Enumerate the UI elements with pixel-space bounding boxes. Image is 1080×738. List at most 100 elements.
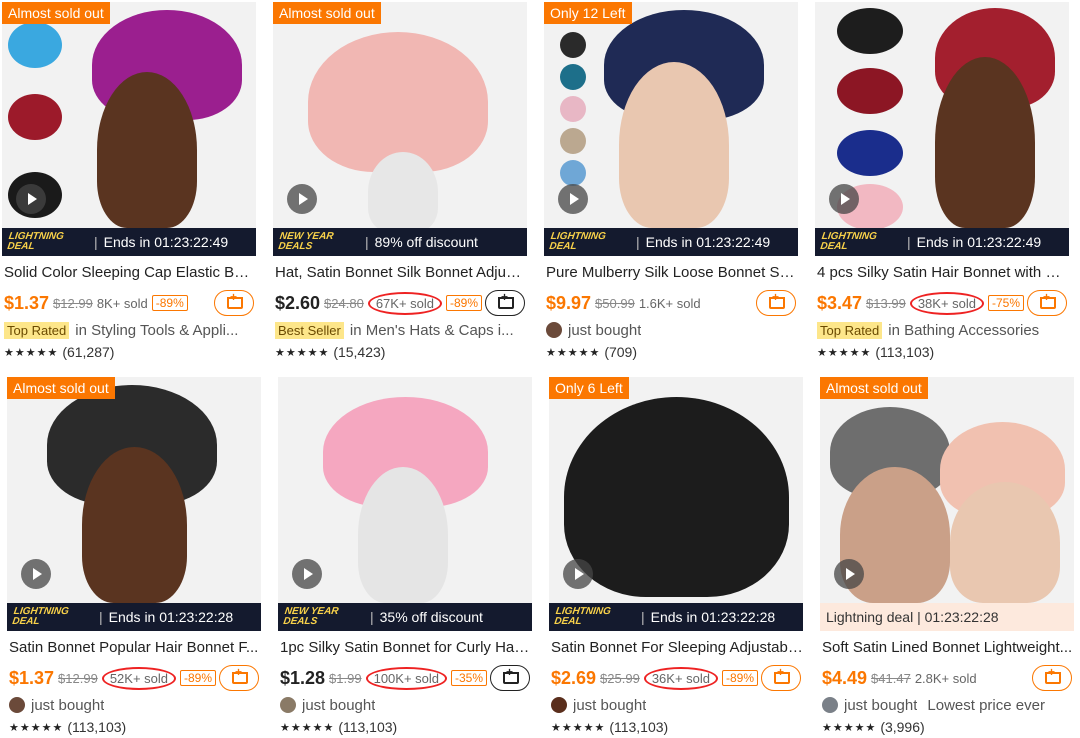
discount-badge: -35% <box>451 670 488 686</box>
product-image[interactable]: Almost sold out <box>2 2 256 228</box>
product-title[interactable]: Soft Satin Lined Bonnet Lightweight... <box>822 639 1074 656</box>
category-text[interactable]: in Bathing Accessories <box>888 322 1039 339</box>
price: $4.49 <box>822 667 868 688</box>
discount-badge: -75% <box>988 295 1025 311</box>
star-icon: ★★★★★ <box>280 721 335 734</box>
play-icon[interactable] <box>16 184 46 214</box>
cart-add-icon <box>496 290 514 310</box>
play-icon[interactable] <box>834 559 864 589</box>
star-icon: ★★★★★ <box>551 721 606 734</box>
product-title[interactable]: Satin Bonnet For Sleeping Adjustabl... <box>551 639 803 656</box>
product-title[interactable]: Hat, Satin Bonnet Silk Bonnet Adjust... <box>275 264 527 281</box>
original-price: $13.99 <box>866 295 906 311</box>
add-to-cart-button[interactable] <box>1032 665 1072 691</box>
product-card[interactable]: Almost sold out LIGHTNING DEAL | Ends in… <box>7 377 261 737</box>
deal-logo: NEW YEAR DEALS <box>277 231 335 252</box>
play-icon[interactable] <box>558 184 588 214</box>
play-icon[interactable] <box>287 184 317 214</box>
price: $2.69 <box>551 667 597 688</box>
deal-text: Ends in 01:23:22:28 <box>650 609 776 625</box>
avatar <box>546 322 562 338</box>
star-icon: ★★★★★ <box>822 721 877 734</box>
social-proof-text: just bought <box>302 696 376 714</box>
avatar <box>551 697 567 713</box>
add-to-cart-button[interactable] <box>485 290 525 316</box>
product-title[interactable]: Pure Mulberry Silk Loose Bonnet So... <box>546 264 798 281</box>
stock-badge: Almost sold out <box>2 2 110 24</box>
product-image[interactable]: Only 12 Left <box>544 2 798 228</box>
add-to-cart-button[interactable] <box>756 290 796 316</box>
cart-add-icon <box>225 290 243 310</box>
add-to-cart-button[interactable] <box>219 665 259 691</box>
product-image[interactable] <box>815 2 1069 228</box>
price: $3.47 <box>817 292 863 313</box>
avatar <box>280 697 296 713</box>
product-title[interactable]: Solid Color Sleeping Cap Elastic Ban... <box>4 264 256 281</box>
star-icon: ★★★★★ <box>275 346 330 359</box>
play-icon[interactable] <box>21 559 51 589</box>
play-icon[interactable] <box>563 559 593 589</box>
product-card[interactable]: LIGHTNING DEAL | Ends in 01:23:22:49 4 p… <box>815 2 1069 362</box>
stock-badge: Only 6 Left <box>549 377 629 399</box>
price-row: $4.49 $41.47 2.8K+ sold <box>822 665 1074 691</box>
original-price: $25.99 <box>600 670 640 686</box>
discount-badge: -89% <box>180 670 217 686</box>
discount-badge: -89% <box>151 295 188 311</box>
stock-badge: Almost sold out <box>820 377 928 399</box>
deal-logo: LIGHTNING DEAL <box>11 606 70 627</box>
deal-strip: LIGHTNING DEAL | Ends in 01:23:22:49 <box>544 228 798 256</box>
add-to-cart-button[interactable] <box>214 290 254 316</box>
product-image[interactable]: Almost sold out <box>273 2 527 228</box>
deal-text: Lightning deal | 01:23:22:28 <box>826 609 999 625</box>
rank-tag: Best Seller <box>275 321 344 339</box>
rating: ★★★★★ (3,996) <box>822 719 925 735</box>
deal-text: 89% off discount <box>374 234 478 250</box>
product-card[interactable]: Almost sold out LIGHTNING DEAL | Ends in… <box>2 2 256 362</box>
play-icon[interactable] <box>829 184 859 214</box>
product-card[interactable]: NEW YEAR DEALS | 35% off discount 1pc Si… <box>278 377 532 737</box>
add-to-cart-button[interactable] <box>761 665 801 691</box>
discount-badge: -89% <box>722 670 759 686</box>
product-card[interactable]: Almost sold out Lightning deal | 01:23:2… <box>820 377 1074 737</box>
sold-count: 67K+ sold <box>367 291 442 315</box>
stock-badge: Only 12 Left <box>544 2 632 24</box>
stock-badge: Almost sold out <box>273 2 381 24</box>
sold-count: 1.6K+ sold <box>638 295 701 311</box>
category-text[interactable]: in Men's Hats & Caps i... <box>350 322 514 339</box>
review-count: (113,103) <box>67 719 127 735</box>
product-card[interactable]: Only 6 Left LIGHTNING DEAL | Ends in 01:… <box>549 377 803 737</box>
product-card[interactable]: Only 12 Left LIGHTNING DEAL | Ends in 01… <box>544 2 798 362</box>
play-icon[interactable] <box>292 559 322 589</box>
product-image[interactable]: Almost sold out <box>7 377 261 603</box>
social-proof-text: just bought <box>573 696 647 714</box>
deal-text: Ends in 01:23:22:49 <box>645 234 771 250</box>
review-count: (709) <box>604 344 637 360</box>
price: $9.97 <box>546 292 592 313</box>
product-image[interactable]: Only 6 Left <box>549 377 803 603</box>
cart-add-icon <box>501 665 519 685</box>
product-card[interactable]: Almost sold out NEW YEAR DEALS | 89% off… <box>273 2 527 362</box>
deal-text: Ends in 01:23:22:28 <box>108 609 234 625</box>
product-title[interactable]: Satin Bonnet Popular Hair Bonnet F... <box>9 639 261 656</box>
category-text[interactable]: in Styling Tools & Appli... <box>75 322 238 339</box>
add-to-cart-button[interactable] <box>490 665 530 691</box>
sold-count: 100K+ sold <box>365 666 448 690</box>
review-count: (15,423) <box>333 344 386 360</box>
product-title[interactable]: 4 pcs Silky Satin Hair Bonnet with W... <box>817 264 1069 281</box>
product-image[interactable] <box>278 377 532 603</box>
rating: ★★★★★ (113,103) <box>551 719 668 735</box>
deal-strip: LIGHTNING DEAL | Ends in 01:23:22:49 <box>815 228 1069 256</box>
price: $1.37 <box>4 292 50 313</box>
deal-text: Ends in 01:23:22:49 <box>916 234 1042 250</box>
stock-badge: Almost sold out <box>7 377 115 399</box>
deal-strip: Lightning deal | 01:23:22:28 <box>820 603 1074 631</box>
rating: ★★★★★ (113,103) <box>280 719 397 735</box>
deal-strip: LIGHTNING DEAL | Ends in 01:23:22:49 <box>2 228 256 256</box>
cart-add-icon <box>230 665 248 685</box>
product-image[interactable]: Almost sold out <box>820 377 1074 603</box>
star-icon: ★★★★★ <box>9 721 64 734</box>
add-to-cart-button[interactable] <box>1027 290 1067 316</box>
price-row: $9.97 $50.99 1.6K+ sold <box>546 290 798 316</box>
product-title[interactable]: 1pc Silky Satin Bonnet for Curly Hair... <box>280 639 532 656</box>
meta-row: just bought Lowest price ever <box>822 695 1074 715</box>
